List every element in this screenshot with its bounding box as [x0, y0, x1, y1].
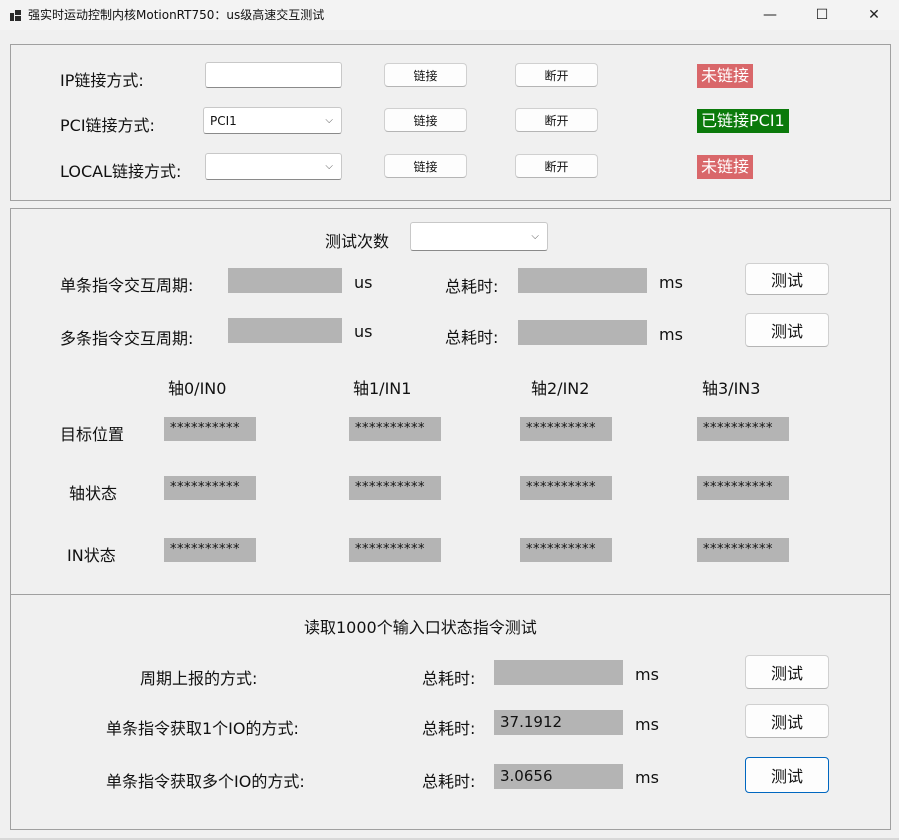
ip-disconnect-button[interactable]: 断开: [515, 63, 598, 87]
in-status-axis3: **********: [697, 538, 789, 562]
local-connect-label: LOCAL链接方式:: [60, 162, 182, 181]
axis-status-label: 轴状态: [69, 484, 118, 503]
test-count-select[interactable]: ⌵: [410, 222, 548, 251]
single-io-test-button[interactable]: 测试: [745, 704, 829, 738]
multi-cycle-unit: us: [354, 322, 373, 341]
axis-status-axis0: **********: [164, 476, 256, 500]
multi-io-total-value: 3.0656: [494, 764, 623, 789]
multi-cycle-label: 多条指令交互周期:: [60, 329, 194, 348]
pci-status-badge: 已链接PCI1: [697, 109, 789, 133]
single-io-total-label: 总耗时:: [422, 719, 476, 738]
pci-select[interactable]: PCI1 ⌵: [203, 107, 342, 134]
periodic-report-label: 周期上报的方式:: [140, 669, 258, 688]
axis2-header: 轴2/IN2: [531, 379, 590, 398]
axis-status-axis1: **********: [349, 476, 441, 500]
periodic-total-unit: ms: [635, 665, 659, 684]
target-position-axis2: **********: [520, 417, 612, 441]
target-position-axis3: **********: [697, 417, 789, 441]
periodic-total-value: [494, 660, 623, 685]
multi-io-label: 单条指令获取多个IO的方式:: [106, 772, 305, 791]
ip-address-input[interactable]: [205, 62, 342, 88]
multi-total-unit: ms: [659, 325, 683, 344]
in-status-label: IN状态: [67, 546, 116, 565]
minimize-button[interactable]: —: [747, 0, 793, 30]
pci-connect-button[interactable]: 链接: [384, 108, 467, 132]
in-status-axis1: **********: [349, 538, 441, 562]
ip-status-badge: 未链接: [697, 64, 754, 88]
multi-total-label: 总耗时:: [445, 328, 499, 347]
maximize-button[interactable]: ☐: [799, 0, 845, 30]
axis0-header: 轴0/IN0: [168, 379, 227, 398]
periodic-test-button[interactable]: 测试: [745, 655, 829, 689]
local-connect-button[interactable]: 链接: [384, 154, 467, 178]
pci-connect-label: PCI链接方式:: [60, 116, 155, 135]
single-cycle-unit: us: [354, 273, 373, 292]
multi-cycle-value: [228, 318, 342, 343]
periodic-total-label: 总耗时:: [422, 669, 476, 688]
ip-connect-label: IP链接方式:: [60, 71, 144, 90]
axis-status-axis3: **********: [697, 476, 789, 500]
ip-connect-button[interactable]: 链接: [384, 63, 467, 87]
multi-io-total-label: 总耗时:: [422, 772, 476, 791]
axis3-header: 轴3/IN3: [702, 379, 761, 398]
single-total-unit: ms: [659, 273, 683, 292]
app-icon: [10, 10, 21, 21]
title-bar: 强实时运动控制内核MotionRT750：us级高速交互测试 — ☐ ✕: [0, 0, 899, 30]
multi-cycle-test-button[interactable]: 测试: [745, 313, 829, 347]
chevron-down-icon: ⌵: [325, 161, 333, 172]
target-position-axis0: **********: [164, 417, 256, 441]
in-status-axis2: **********: [520, 538, 612, 562]
local-select[interactable]: ⌵: [205, 153, 342, 180]
single-cycle-value: [228, 268, 342, 293]
axis-status-axis2: **********: [520, 476, 612, 500]
io-test-title: 读取1000个输入口状态指令测试: [304, 618, 537, 637]
pci-disconnect-button[interactable]: 断开: [515, 108, 598, 132]
single-io-label: 单条指令获取1个IO的方式:: [106, 719, 299, 738]
single-total-label: 总耗时:: [445, 277, 499, 296]
target-position-label: 目标位置: [60, 425, 125, 444]
chevron-down-icon: ⌵: [531, 231, 539, 242]
local-disconnect-button[interactable]: 断开: [515, 154, 598, 178]
axis1-header: 轴1/IN1: [353, 379, 412, 398]
chevron-down-icon: ⌵: [325, 115, 333, 126]
single-io-total-unit: ms: [635, 715, 659, 734]
in-status-axis0: **********: [164, 538, 256, 562]
test-count-label: 测试次数: [325, 232, 390, 251]
close-button[interactable]: ✕: [851, 0, 897, 30]
pci-selected-value: PCI1: [210, 114, 237, 128]
multi-total-value: [518, 320, 647, 345]
multi-io-test-button[interactable]: 测试: [745, 757, 829, 793]
single-cycle-label: 单条指令交互周期:: [60, 276, 194, 295]
window-title: 强实时运动控制内核MotionRT750：us级高速交互测试: [28, 8, 325, 22]
target-position-axis1: **********: [349, 417, 441, 441]
local-status-badge: 未链接: [697, 155, 754, 179]
multi-io-total-unit: ms: [635, 768, 659, 787]
single-cycle-test-button[interactable]: 测试: [745, 263, 829, 295]
single-total-value: [518, 268, 647, 293]
single-io-total-value: 37.1912: [494, 710, 623, 735]
